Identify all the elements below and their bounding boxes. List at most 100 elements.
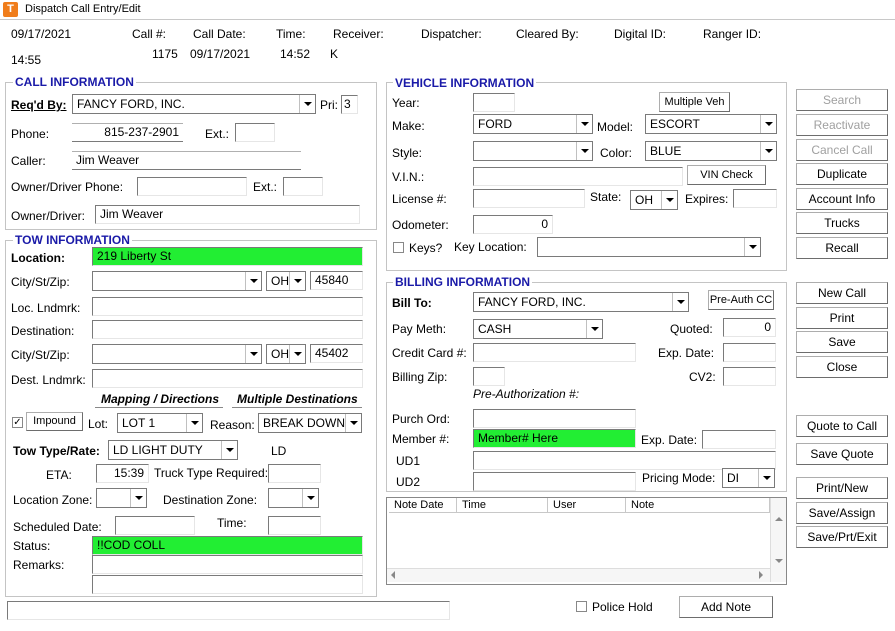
reqd-by-dropdown[interactable]: FANCY FORD, INC. (72, 94, 316, 114)
zip-field[interactable]: 45840 (310, 271, 363, 290)
expires-field[interactable] (733, 189, 777, 208)
column-header-user[interactable]: User (548, 498, 626, 513)
year-field[interactable] (473, 93, 515, 112)
remarks-field-2[interactable] (92, 575, 363, 594)
keys-checkbox[interactable] (393, 242, 404, 253)
reactivate-button[interactable]: Reactivate (796, 114, 888, 136)
chevron-down-icon[interactable] (758, 469, 774, 487)
chevron-down-icon[interactable] (661, 191, 677, 209)
chevron-down-icon[interactable] (576, 142, 592, 160)
duplicate-button[interactable]: Duplicate (796, 163, 888, 185)
bill-to-dropdown[interactable]: FANCY FORD, INC. (473, 292, 689, 312)
chevron-down-icon[interactable] (130, 489, 146, 507)
zip-2-field[interactable]: 45402 (310, 344, 363, 363)
chevron-down-icon[interactable] (289, 345, 305, 363)
dest-landmark-field[interactable] (92, 369, 363, 388)
eta-field[interactable]: 15:39 (96, 464, 149, 483)
tow-type-dropdown[interactable]: LD LIGHT DUTY (108, 440, 238, 460)
save-button[interactable]: Save (796, 331, 888, 353)
location-field[interactable]: 219 Liberty St (92, 247, 363, 266)
new-call-button[interactable]: New Call (796, 282, 888, 304)
chevron-down-icon[interactable] (302, 489, 318, 507)
state-dropdown[interactable]: OH (266, 271, 306, 291)
save-quote-button[interactable]: Save Quote (796, 443, 888, 465)
column-header-note[interactable]: Note (626, 498, 770, 513)
column-header-note-date[interactable]: Note Date (389, 498, 457, 513)
status-field[interactable]: !!COD COLL (92, 536, 363, 555)
quote-to-call-button[interactable]: Quote to Call (796, 415, 888, 437)
horizontal-scrollbar[interactable] (387, 568, 770, 582)
police-hold-checkbox[interactable] (576, 601, 587, 612)
multiple-veh-button[interactable]: Multiple Veh (659, 92, 730, 112)
scroll-right-icon[interactable] (759, 571, 763, 579)
chevron-down-icon[interactable] (245, 272, 261, 290)
scroll-up-icon[interactable] (775, 517, 783, 521)
chevron-down-icon[interactable] (245, 345, 261, 363)
ud2-field[interactable] (473, 472, 636, 491)
billing-zip-field[interactable] (473, 367, 505, 386)
state-2-dropdown[interactable]: OH (266, 344, 306, 364)
close-button[interactable]: Close (796, 356, 888, 378)
vertical-scrollbar[interactable] (770, 498, 786, 582)
key-location-dropdown[interactable] (537, 237, 761, 257)
pricing-mode-dropdown[interactable]: DI (722, 468, 775, 488)
color-dropdown[interactable]: BLUE (645, 141, 777, 161)
vin-check-button[interactable]: VIN Check (687, 165, 766, 185)
cv2-field[interactable] (723, 367, 776, 386)
vin-field[interactable] (473, 167, 683, 186)
scroll-down-icon[interactable] (775, 559, 783, 563)
chevron-down-icon[interactable] (586, 320, 602, 338)
save-assign-button[interactable]: Save/Assign (796, 502, 888, 524)
search-button[interactable]: Search (796, 89, 888, 111)
chevron-down-icon[interactable] (299, 95, 315, 113)
make-dropdown[interactable]: FORD (473, 114, 593, 134)
odometer-field[interactable]: 0 (473, 215, 553, 234)
location-zone-dropdown[interactable] (96, 488, 147, 508)
trucks-button[interactable]: Trucks (796, 212, 888, 234)
chevron-down-icon[interactable] (186, 414, 202, 432)
notes-table[interactable]: Note Date Time User Note (386, 497, 787, 585)
owner-ext-field[interactable] (283, 177, 323, 196)
scheduled-date-field[interactable] (115, 516, 195, 535)
destination-field[interactable] (92, 320, 363, 339)
print-new-button[interactable]: Print/New (796, 477, 888, 499)
member-field[interactable]: Member# Here (473, 429, 636, 448)
remarks-field-1[interactable] (92, 555, 363, 574)
exp-date-field[interactable] (723, 343, 776, 362)
quoted-field[interactable]: 0 (723, 318, 776, 337)
multiple-destinations-link[interactable]: Multiple Destinations (237, 392, 358, 407)
mapping-directions-link[interactable]: Mapping / Directions (101, 392, 219, 407)
truck-type-field[interactable] (268, 464, 321, 483)
city-2-dropdown[interactable] (92, 344, 262, 364)
column-header-time[interactable]: Time (457, 498, 548, 513)
owner-field[interactable]: Jim Weaver (95, 205, 360, 224)
account-info-button[interactable]: Account Info (796, 188, 888, 210)
pre-auth-cc-button[interactable]: Pre-Auth CC (708, 290, 774, 310)
add-note-button[interactable]: Add Note (679, 596, 773, 618)
reason-dropdown[interactable]: BREAK DOWN (258, 413, 362, 433)
license-field[interactable] (473, 189, 585, 208)
cancel-call-button[interactable]: Cancel Call (796, 139, 888, 161)
credit-card-field[interactable] (473, 343, 636, 362)
scheduled-time-field[interactable] (268, 516, 321, 535)
scroll-left-icon[interactable] (391, 571, 395, 579)
chevron-down-icon[interactable] (221, 441, 237, 459)
phone-field[interactable]: 815-237-2901 (72, 123, 183, 142)
impound-checkbox[interactable]: ✓ (12, 417, 23, 428)
lot-dropdown[interactable]: LOT 1 (117, 413, 203, 433)
caller-field[interactable]: Jim Weaver (72, 151, 301, 170)
vehicle-state-dropdown[interactable]: OH (630, 190, 678, 210)
member-exp-date-field[interactable] (702, 430, 776, 449)
chevron-down-icon[interactable] (672, 293, 688, 311)
loc-landmark-field[interactable] (92, 297, 363, 316)
ext-field[interactable] (235, 123, 275, 142)
city-dropdown[interactable] (92, 271, 262, 291)
priority-field[interactable]: 3 (341, 95, 358, 114)
save-prt-exit-button[interactable]: Save/Prt/Exit (796, 526, 888, 548)
chevron-down-icon[interactable] (760, 142, 776, 160)
pay-meth-dropdown[interactable]: CASH (473, 319, 603, 339)
impound-button[interactable]: Impound (26, 412, 83, 431)
model-dropdown[interactable]: ESCORT (645, 114, 777, 134)
chevron-down-icon[interactable] (760, 115, 776, 133)
chevron-down-icon[interactable] (289, 272, 305, 290)
